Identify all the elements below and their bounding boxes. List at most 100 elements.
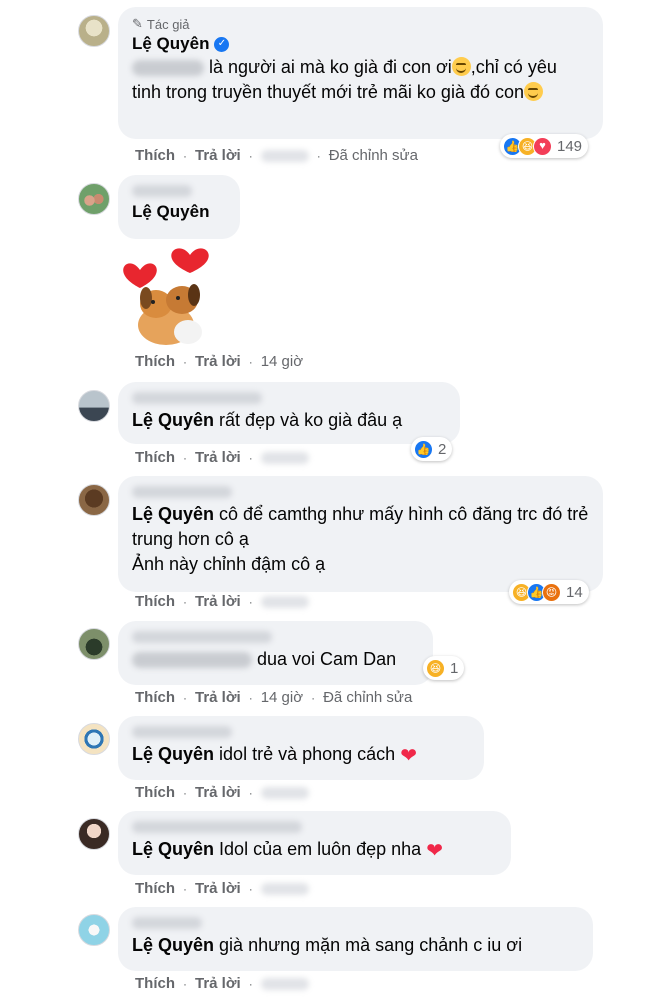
- comment-actions: Thích · Trả lời ·: [135, 449, 309, 466]
- reaction-count: 1: [450, 659, 459, 677]
- comment-text-line2: Ảnh này chỉnh đậm cô ạ: [132, 554, 326, 574]
- like-button[interactable]: Thích: [135, 593, 175, 610]
- separator: ·: [316, 148, 321, 163]
- mention[interactable]: Lệ Quyên: [132, 201, 226, 223]
- reactions-summary[interactable]: 👍 😆 ♥ 149: [500, 134, 589, 158]
- comment-bubble: ✎ Tác giả Lệ Quyên ✓ là người ai mà ko g…: [118, 7, 603, 139]
- separator: ·: [183, 785, 187, 800]
- blurred-text: [132, 652, 252, 669]
- like-button[interactable]: Thích: [135, 975, 175, 992]
- reply-button[interactable]: Trả lời: [195, 880, 241, 897]
- separator: ·: [248, 450, 253, 465]
- timestamp[interactable]: 14 giờ: [261, 353, 303, 370]
- comment-actions: Thích · Trả lời · · Đã chỉnh sửa: [135, 147, 418, 164]
- like-button[interactable]: Thích: [135, 147, 175, 164]
- timestamp[interactable]: [260, 149, 309, 162]
- separator: ·: [311, 690, 316, 705]
- separator: ·: [183, 594, 187, 609]
- separator: ·: [248, 976, 253, 991]
- blurred-author[interactable]: [132, 917, 202, 929]
- blurred-author[interactable]: [132, 486, 232, 498]
- avatar[interactable]: [78, 914, 110, 946]
- author-badge: ✎ Tác giả: [132, 15, 589, 33]
- blurred-author[interactable]: [132, 726, 232, 738]
- angry-reaction-icon: 😡: [542, 582, 561, 602]
- comment-bubble: Lệ Quyên idol trẻ và phong cách ❤: [118, 716, 484, 780]
- avatar[interactable]: [78, 628, 110, 660]
- heart-emoji: ❤: [426, 840, 443, 862]
- separator: ·: [248, 594, 253, 609]
- blurred-author[interactable]: [132, 631, 272, 643]
- reactions-summary[interactable]: 👍 2: [411, 437, 453, 461]
- comment-actions: Thích · Trả lời ·: [135, 784, 309, 801]
- reaction-count: 14: [566, 583, 583, 601]
- comment-text: Lệ Quyên Idol của em luôn đẹp nha ❤: [132, 839, 443, 862]
- edited-label[interactable]: Đã chỉnh sửa: [329, 147, 418, 164]
- comment-bubble: Lệ Quyên già nhưng mặn mà sang chảnh c i…: [118, 907, 593, 971]
- author-name[interactable]: Lệ Quyên: [132, 33, 209, 55]
- reactions-summary[interactable]: 😆 1: [423, 656, 465, 680]
- separator: ·: [183, 976, 187, 991]
- separator: ·: [248, 881, 253, 896]
- timestamp[interactable]: 14 giờ: [261, 689, 303, 706]
- reactions-summary[interactable]: 😆 👍 😡 14: [509, 580, 589, 604]
- smirk-emoji-icon: [451, 57, 471, 76]
- avatar[interactable]: [78, 390, 110, 422]
- reply-button[interactable]: Trả lời: [195, 449, 241, 466]
- comment-bubble: Lệ Quyên Idol của em luôn đẹp nha ❤: [118, 811, 511, 875]
- reply-button[interactable]: Trả lời: [195, 975, 241, 992]
- verified-badge-icon: ✓: [214, 36, 230, 52]
- dogs-sticker: [123, 248, 209, 345]
- like-button[interactable]: Thích: [135, 880, 175, 897]
- blurred-author[interactable]: [132, 185, 192, 197]
- comment-actions: Thích · Trả lời ·: [135, 975, 309, 992]
- comment-bubble: Lệ Quyên rất đẹp và ko già đâu ạ: [118, 382, 460, 444]
- like-button[interactable]: Thích: [135, 449, 175, 466]
- reply-button[interactable]: Trả lời: [195, 784, 241, 801]
- mention[interactable]: Lệ Quyên: [132, 744, 214, 764]
- blurred-author[interactable]: [132, 392, 262, 404]
- like-button[interactable]: Thích: [135, 784, 175, 801]
- mention[interactable]: Lệ Quyên: [132, 839, 214, 859]
- mention[interactable]: Lệ Quyên: [132, 935, 214, 955]
- comment-text: là người ai mà ko già đi con ơi ,chỉ có y…: [132, 57, 557, 102]
- mention[interactable]: Lệ Quyên: [132, 410, 214, 430]
- separator: ·: [183, 148, 187, 163]
- like-button[interactable]: Thích: [135, 353, 175, 370]
- comment-text: Lệ Quyên idol trẻ và phong cách ❤: [132, 744, 417, 767]
- pencil-icon: ✎: [132, 16, 143, 31]
- reply-button[interactable]: Trả lời: [195, 689, 241, 706]
- blurred-author[interactable]: [132, 821, 302, 833]
- haha-reaction-icon: 😆: [426, 658, 445, 678]
- comment-bubble: dua voi Cam Dan: [118, 621, 433, 685]
- like-reaction-icon: 👍: [414, 439, 433, 459]
- comment-text: Lệ Quyên già nhưng mặn mà sang chảnh c i…: [132, 935, 523, 955]
- timestamp[interactable]: [260, 882, 309, 895]
- reaction-count: 149: [557, 137, 583, 155]
- avatar[interactable]: [78, 723, 110, 755]
- avatar[interactable]: [78, 818, 110, 850]
- timestamp[interactable]: [260, 451, 309, 464]
- reply-button[interactable]: Trả lời: [195, 353, 241, 370]
- comment-author[interactable]: Lệ Quyên ✓: [132, 33, 589, 55]
- reply-button[interactable]: Trả lời: [195, 147, 241, 164]
- smirk-emoji-icon: [524, 82, 544, 101]
- timestamp[interactable]: [260, 977, 309, 990]
- avatar[interactable]: [78, 15, 110, 47]
- reply-button[interactable]: Trả lời: [195, 593, 241, 610]
- avatar[interactable]: [78, 183, 110, 215]
- separator: ·: [248, 785, 253, 800]
- timestamp[interactable]: [260, 595, 309, 608]
- blurred-mention: [132, 60, 204, 77]
- comment-text: Lệ Quyên cô để camthg như mấy hình cô đă…: [132, 504, 589, 549]
- mention[interactable]: Lệ Quyên: [132, 504, 214, 524]
- like-button[interactable]: Thích: [135, 689, 175, 706]
- edited-label[interactable]: Đã chỉnh sửa: [323, 689, 412, 706]
- author-tag-label: Tác giả: [146, 16, 190, 32]
- avatar[interactable]: [78, 484, 110, 516]
- comment-text: Lệ Quyên rất đẹp và ko già đâu ạ: [132, 410, 403, 430]
- separator: ·: [183, 354, 187, 369]
- timestamp[interactable]: [260, 786, 309, 799]
- comment-actions: Thích · Trả lời · 14 giờ · Đã chỉnh sửa: [135, 689, 412, 706]
- separator: ·: [248, 354, 253, 369]
